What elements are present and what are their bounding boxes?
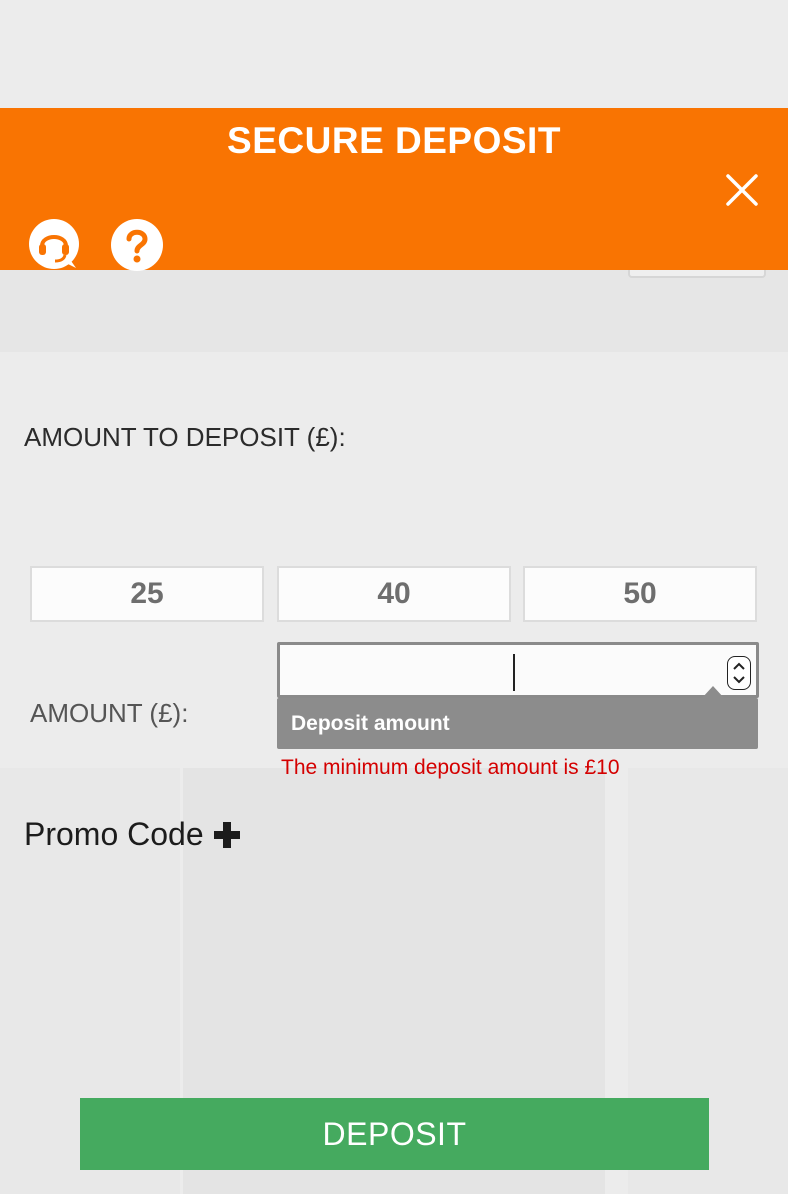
headset-chat-icon[interactable] — [28, 218, 82, 272]
preset-amount-button[interactable]: 50 — [523, 566, 757, 622]
deposit-page: SECURE DEPOSIT AMOUNT TO DEPOSIT (£): 25… — [0, 0, 788, 1194]
tooltip-arrow — [702, 686, 724, 698]
modal-header: SECURE DEPOSIT — [0, 108, 788, 272]
amount-input-container — [277, 642, 759, 698]
question-mark-icon[interactable] — [110, 218, 164, 272]
close-icon[interactable] — [724, 172, 760, 208]
preset-amount-button[interactable]: 25 — [30, 566, 264, 622]
modal-title: SECURE DEPOSIT — [227, 120, 561, 161]
promo-code-toggle[interactable]: Promo Code — [24, 816, 242, 853]
background-bar — [0, 270, 788, 352]
text-caret — [513, 654, 515, 691]
number-stepper-icon[interactable] — [727, 656, 751, 690]
amount-input[interactable] — [280, 645, 724, 697]
amount-heading: AMOUNT TO DEPOSIT (£): — [24, 422, 346, 452]
preset-amount-button[interactable]: 40 — [277, 566, 511, 622]
amount-label: AMOUNT (£): — [30, 698, 189, 728]
plus-icon — [213, 821, 240, 848]
deposit-button[interactable]: DEPOSIT — [80, 1098, 709, 1170]
promo-code-label: Promo Code — [24, 816, 204, 852]
validation-error: The minimum deposit amount is £10 — [281, 756, 620, 779]
deposit-amount-tooltip: Deposit amount — [277, 698, 758, 749]
